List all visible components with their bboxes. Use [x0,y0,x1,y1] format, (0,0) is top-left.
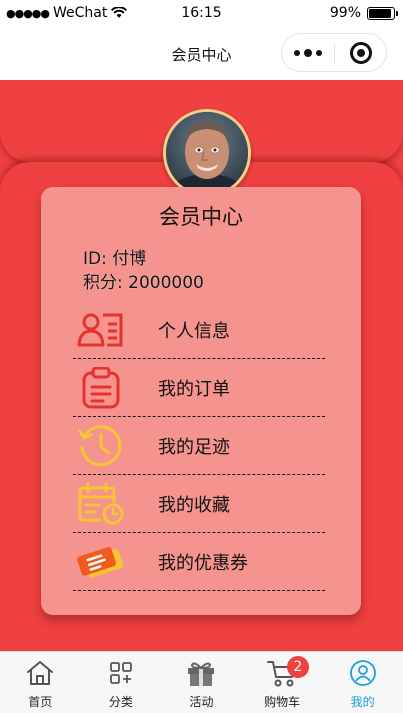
tab-activity[interactable]: 活动 [161,652,242,713]
gift-icon [186,658,216,688]
menu-item-orders[interactable]: 我的订单 [73,359,325,417]
menu-item-label: 个人信息 [158,320,230,342]
menu-item-favorites[interactable]: 我的收藏 [73,475,325,533]
battery-fill [369,8,391,18]
tab-cart[interactable]: 2 购物车 [242,652,323,713]
battery-icon [367,6,398,20]
miniprogram-capsule [281,33,387,72]
tab-label: 活动 [189,695,214,709]
user-points: 积分: 2000000 [83,273,204,293]
tab-label: 分类 [108,695,133,709]
tab-label: 购物车 [264,695,301,709]
target-icon [349,41,372,64]
menu-item-label: 我的优惠券 [158,552,248,574]
battery-percent: 99% [329,5,361,21]
calendar-clock-icon [73,481,129,527]
avatar[interactable] [163,109,251,197]
more-options-button[interactable] [282,34,334,71]
tab-label: 我的 [350,695,375,709]
status-right: 99% [329,5,398,21]
nav-bar: 会员中心 [0,28,403,80]
user-id: ID: 付博 [83,249,147,269]
grid-icon [106,658,136,688]
cart-badge: 2 [286,656,309,678]
tab-mine[interactable]: 我的 [322,652,403,713]
history-clock-icon [73,423,129,469]
tab-label: 首页 [28,695,53,709]
menu-item-history[interactable]: 我的足迹 [73,417,325,475]
tab-bar: 首页 分类 活动 2 购物车 我的 [0,651,403,713]
user-icon [348,658,378,688]
member-menu: 个人信息 我的订单 我的足迹 我的收藏 我的优惠券 [73,301,325,591]
tab-category[interactable]: 分类 [81,652,162,713]
member-card: 会员中心 ID: 付博 积分: 2000000 个人信息 我的订单 我的足迹 我… [41,187,361,615]
clipboard-icon [73,365,129,411]
ticket-icon [73,539,129,585]
id-card-icon [73,307,129,353]
menu-item-label: 我的收藏 [158,494,230,516]
member-page: 会员中心 ID: 付博 积分: 2000000 个人信息 我的订单 我的足迹 我… [0,80,403,651]
menu-item-label: 我的订单 [158,378,230,400]
card-title: 会员中心 [159,205,243,229]
status-bar: ●●●●● WeChat 16:15 99% [0,0,403,28]
menu-item-label: 我的足迹 [158,436,230,458]
menu-item-coupons[interactable]: 我的优惠券 [73,533,325,591]
menu-item-profile[interactable]: 个人信息 [73,301,325,359]
home-icon [25,658,55,688]
close-miniprogram-button[interactable] [335,34,386,71]
tab-home[interactable]: 首页 [0,652,81,713]
